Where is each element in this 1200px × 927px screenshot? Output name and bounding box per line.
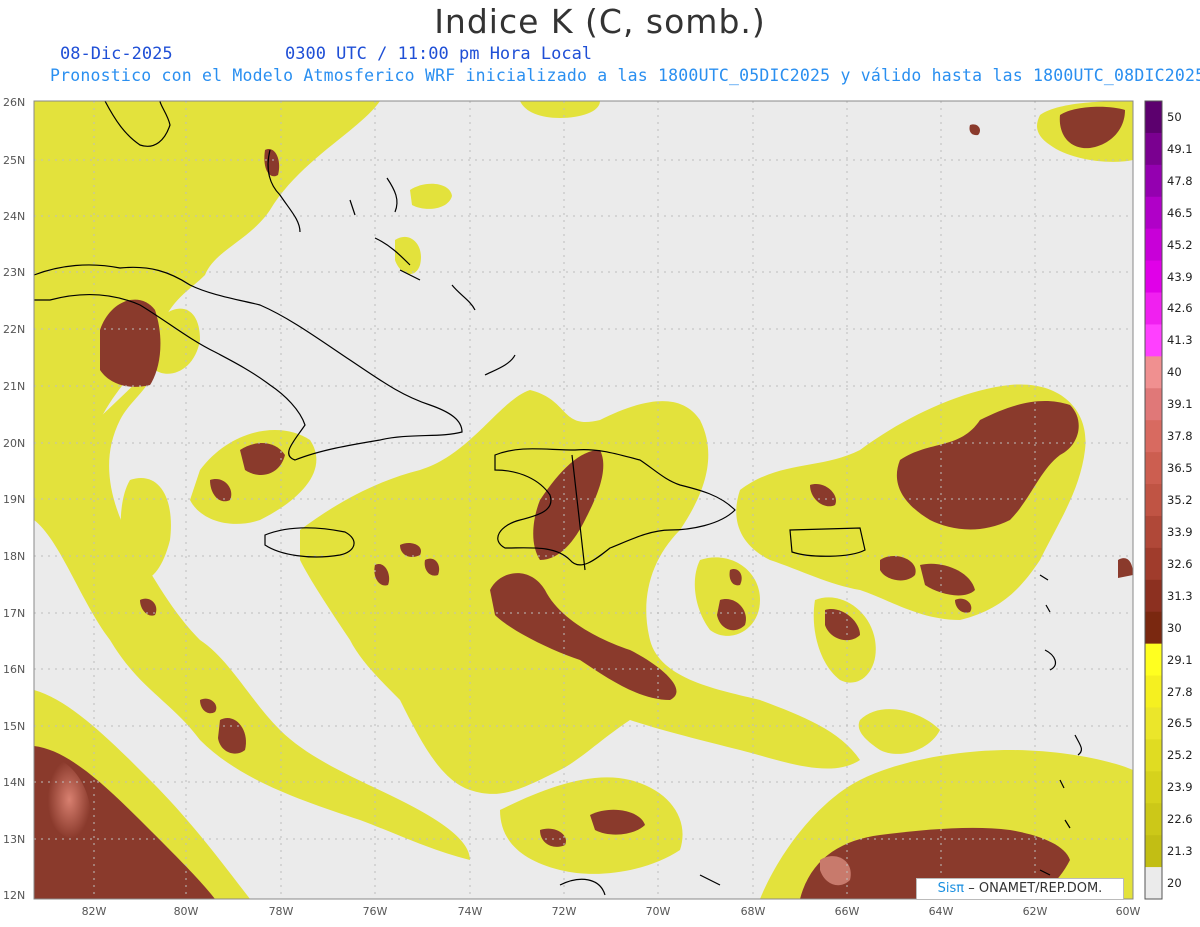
colorbar-label: 41.3: [1167, 333, 1193, 348]
lon-label: 82W: [81, 905, 107, 918]
credit-text: – ONAMET/REP.DOM.: [968, 881, 1103, 896]
colorbar-label: 50: [1167, 109, 1182, 124]
colorbar-label: 32.6: [1167, 556, 1193, 571]
colorbar-label: 46.5: [1167, 205, 1193, 220]
lon-label: 60W: [1115, 905, 1141, 918]
map-canvas: [33, 100, 1163, 900]
colorbar-swatch: [1145, 835, 1162, 868]
lat-label: 18N: [3, 550, 26, 563]
colorbar-swatch: [1145, 420, 1162, 453]
colorbar-swatch: [1145, 101, 1162, 134]
lon-label: 76W: [362, 905, 388, 918]
lat-label: 21N: [3, 380, 26, 393]
colorbar-label: 20: [1167, 876, 1182, 891]
colorbar-swatch: [1145, 196, 1162, 230]
lon-label: 72W: [551, 905, 577, 918]
colorbar-label: 36.5: [1167, 461, 1193, 476]
lon-label: 68W: [740, 905, 766, 918]
colorbar-label: 45.2: [1167, 237, 1193, 252]
colorbar-label: 22.6: [1167, 812, 1193, 827]
lat-label: 23N: [3, 266, 26, 279]
colorbar-swatch: [1145, 771, 1162, 804]
lon-label: 62W: [1022, 905, 1048, 918]
colorbar-label: 49.1: [1167, 141, 1193, 156]
colorbar-swatch: [1145, 707, 1162, 740]
colorbar-swatch: [1145, 484, 1162, 517]
colorbar-swatch: [1145, 260, 1162, 294]
lat-label: 19N: [3, 493, 26, 506]
lon-label: 64W: [928, 905, 954, 918]
colorbar: [1145, 101, 1162, 900]
colorbar-swatch: [1145, 739, 1162, 772]
lat-label: 22N: [3, 323, 26, 336]
colorbar-swatch: [1145, 515, 1162, 549]
colorbar-swatch: [1145, 803, 1162, 836]
colorbar-swatch: [1145, 675, 1162, 708]
colorbar-label: 37.8: [1167, 429, 1193, 444]
lon-label: 78W: [268, 905, 294, 918]
colorbar-label: 23.9: [1167, 780, 1193, 795]
colorbar-label: 43.9: [1167, 269, 1193, 284]
colorbar-swatch: [1145, 292, 1162, 325]
colorbar-label: 25.2: [1167, 748, 1193, 763]
colorbar-swatch: [1145, 867, 1162, 900]
colorbar-swatch: [1145, 228, 1162, 262]
colorbar-swatch: [1145, 388, 1162, 421]
lat-label: 20N: [3, 437, 26, 450]
lat-label: 25N: [3, 154, 26, 167]
colorbar-swatch: [1145, 132, 1162, 166]
colorbar-label: 39.1: [1167, 397, 1193, 412]
colorbar-label: 29.1: [1167, 652, 1193, 667]
colorbar-swatch: [1145, 611, 1162, 645]
lat-label: 16N: [3, 663, 26, 676]
lat-label: 24N: [3, 210, 26, 223]
colorbar-label: 30: [1167, 620, 1182, 635]
colorbar-label: 31.3: [1167, 588, 1193, 603]
lat-label: 26N: [3, 96, 26, 109]
colorbar-label: 26.5: [1167, 716, 1193, 731]
colorbar-label: 42.6: [1167, 301, 1193, 316]
lat-label: 13N: [3, 833, 26, 846]
lon-label: 74W: [457, 905, 483, 918]
lat-label: 15N: [3, 720, 26, 733]
colorbar-swatch: [1145, 643, 1162, 677]
colorbar-label: 40: [1167, 365, 1182, 380]
lat-label: 14N: [3, 776, 26, 789]
colorbar-swatch: [1145, 324, 1162, 357]
colorbar-swatch: [1145, 164, 1162, 198]
lon-label: 70W: [645, 905, 671, 918]
colorbar-swatch: [1145, 579, 1162, 613]
colorbar-label: 47.8: [1167, 173, 1193, 188]
colorbar-swatch: [1145, 452, 1162, 485]
lat-label: 17N: [3, 607, 26, 620]
sispi-logo: Sisπ: [937, 881, 965, 896]
colorbar-label: 35.2: [1167, 493, 1193, 507]
colorbar-label: 33.9: [1167, 524, 1193, 539]
colorbar-swatch: [1145, 356, 1162, 389]
colorbar-label: 21.3: [1167, 844, 1193, 859]
lat-label: 12N: [3, 889, 26, 902]
lon-label: 80W: [173, 905, 199, 918]
colorbar-swatch: [1145, 547, 1162, 581]
colorbar-label: 27.8: [1167, 684, 1193, 699]
credit-box: Sisπ – ONAMET/REP.DOM.: [916, 878, 1124, 900]
lon-label: 66W: [834, 905, 860, 918]
